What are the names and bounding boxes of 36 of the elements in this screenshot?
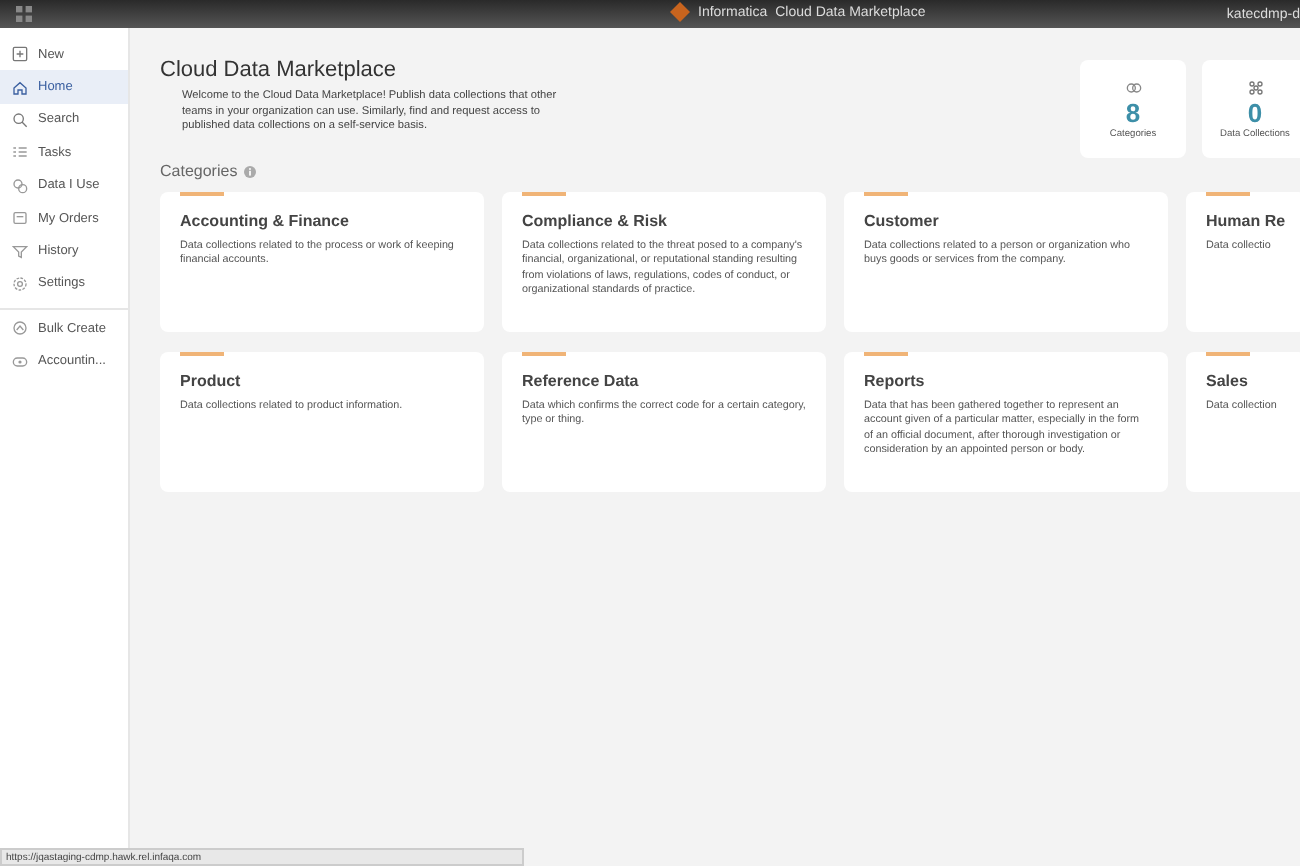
- accent-bar: [180, 192, 224, 196]
- category-title: Product: [180, 372, 243, 390]
- stat-value: 8: [1125, 99, 1141, 125]
- dots-icon: [1247, 79, 1263, 95]
- page-title: Cloud Data Marketplace: [160, 58, 399, 82]
- category-title: Sales: [1206, 372, 1250, 390]
- tag-icon: [12, 353, 28, 370]
- accent-bar: [180, 352, 224, 356]
- app-grid-icon[interactable]: [16, 6, 32, 22]
- accent-bar: [864, 352, 908, 356]
- category-title: Reports: [864, 372, 927, 390]
- search-icon: [12, 111, 28, 128]
- accent-bar: [1206, 352, 1250, 356]
- category-card[interactable]: [844, 352, 1168, 492]
- accent-bar: [1206, 192, 1250, 196]
- diamond-logo-icon: [670, 2, 690, 22]
- category-title: Customer: [864, 212, 941, 230]
- funnel-icon: [12, 243, 28, 260]
- accent-bar: [522, 352, 566, 356]
- category-title: Accounting & Finance: [180, 212, 351, 230]
- circles-icon: [12, 177, 28, 194]
- category-title: Reference Data: [522, 372, 641, 390]
- list-icon: [12, 144, 28, 161]
- circle-arrow-icon: [12, 320, 28, 337]
- home-icon: [12, 79, 28, 96]
- accent-bar: [864, 192, 908, 196]
- box-icon: [12, 210, 28, 227]
- category-card[interactable]: [502, 192, 826, 332]
- category-title: Human Re: [1206, 212, 1288, 230]
- plus-icon: [12, 46, 28, 63]
- settings-icon: [12, 275, 28, 292]
- stat-value: 0: [1247, 99, 1263, 125]
- category-title: Compliance & Risk: [522, 212, 669, 230]
- section-heading: Categories: [160, 162, 238, 180]
- link-icon: [1125, 79, 1141, 95]
- accent-bar: [522, 192, 566, 196]
